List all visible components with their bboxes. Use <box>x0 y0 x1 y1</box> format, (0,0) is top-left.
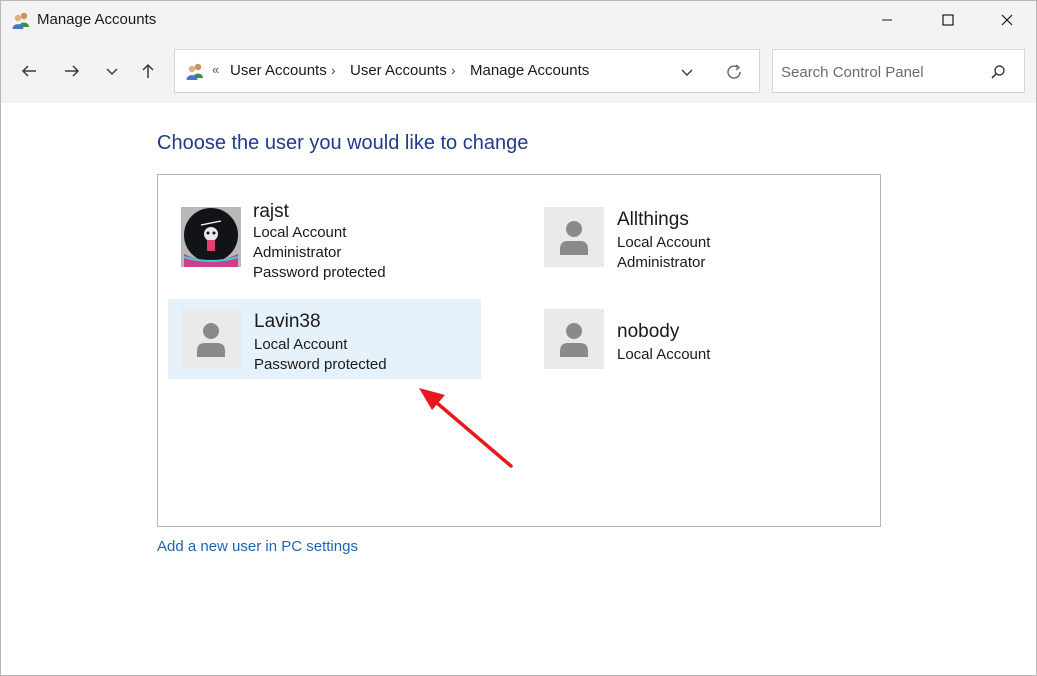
chevron-down-icon <box>106 68 118 75</box>
account-tile-allthings[interactable]: Allthings Local Account Administrator <box>531 199 844 289</box>
users-icon <box>185 61 205 81</box>
address-bar[interactable]: « User Accounts › User Accounts › Manage… <box>174 49 760 93</box>
maximize-button[interactable] <box>919 1 977 39</box>
account-name: Allthings <box>617 209 689 230</box>
back-button[interactable] <box>15 57 43 85</box>
annotation-arrow-icon <box>419 388 513 468</box>
navigation-bar: « User Accounts › User Accounts › Manage… <box>1 39 1036 103</box>
close-button[interactable] <box>978 1 1036 39</box>
add-new-user-link[interactable]: Add a new user in PC settings <box>157 538 358 555</box>
breadcrumb-separator[interactable]: › <box>331 62 336 78</box>
maximize-icon <box>942 14 954 26</box>
address-dropdown-button[interactable] <box>675 60 699 84</box>
default-user-icon <box>544 207 604 267</box>
refresh-icon <box>727 64 741 79</box>
chevron-down-icon <box>681 69 693 76</box>
forward-button[interactable] <box>58 57 86 85</box>
arrow-up-icon <box>142 63 154 78</box>
search-input[interactable] <box>781 61 981 83</box>
breadcrumb-user-accounts-2[interactable]: User Accounts <box>350 62 447 79</box>
account-password-status: Password protected <box>253 264 386 281</box>
account-name: rajst <box>253 201 289 222</box>
up-button[interactable] <box>134 57 162 85</box>
account-type: Local Account <box>254 336 348 353</box>
account-role: Administrator <box>253 244 342 261</box>
page-heading: Choose the user you would like to change <box>157 132 529 154</box>
account-password-status: Password protected <box>254 356 387 373</box>
minimize-icon <box>882 19 892 21</box>
default-user-icon <box>181 309 241 369</box>
account-type: Local Account <box>253 224 347 241</box>
account-tile-lavin38[interactable]: Lavin38 Local Account Password protected <box>168 299 481 379</box>
account-type: Local Account <box>617 234 711 251</box>
search-icon[interactable] <box>988 62 1008 82</box>
account-tile-rajst[interactable]: rajst Local Account Administrator Passwo… <box>168 199 481 289</box>
default-user-icon <box>544 309 604 369</box>
account-name: Lavin38 <box>254 311 321 332</box>
breadcrumb-manage-accounts[interactable]: Manage Accounts <box>470 62 589 79</box>
manage-accounts-window: Manage Accounts « User Accounts › User A… <box>0 0 1037 676</box>
refresh-button[interactable] <box>722 60 746 84</box>
account-tile-nobody[interactable]: nobody Local Account <box>531 299 844 379</box>
account-photo <box>181 207 241 267</box>
arrow-right-icon <box>65 65 80 77</box>
window-title: Manage Accounts <box>37 11 157 28</box>
account-type: Local Account <box>617 346 711 363</box>
recent-locations-button[interactable] <box>98 57 126 85</box>
breadcrumb-user-accounts-1[interactable]: User Accounts <box>230 62 327 79</box>
users-icon <box>11 10 31 30</box>
account-role: Administrator <box>617 254 706 271</box>
breadcrumb-separator[interactable]: › <box>451 62 456 78</box>
arrow-left-icon <box>21 65 36 77</box>
search-box[interactable] <box>772 49 1025 93</box>
minimize-button[interactable] <box>858 1 916 39</box>
title-bar: Manage Accounts <box>1 1 1036 39</box>
breadcrumb-overflow[interactable]: « <box>212 62 219 77</box>
account-name: nobody <box>617 321 680 342</box>
close-icon <box>1001 14 1013 26</box>
